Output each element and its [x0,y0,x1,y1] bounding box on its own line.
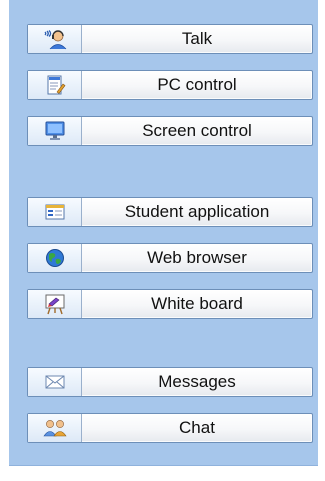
messages-button[interactable]: Messages [27,367,313,397]
screen-control-label: Screen control [142,121,252,140]
chat-icon [28,414,82,442]
pc-control-icon [28,71,82,99]
white-board-button[interactable]: White board [27,289,313,319]
talk-button[interactable]: Talk [27,24,313,54]
screen-control-button[interactable]: Screen control [27,116,313,146]
student-application-button[interactable]: Student application [27,197,313,227]
web-browser-icon [28,244,82,272]
pc-control-label: PC control [157,75,237,94]
web-browser-label: Web browser [147,248,247,267]
pc-control-button[interactable]: PC control [27,70,313,100]
chat-label: Chat [179,418,215,437]
messages-icon [28,368,82,396]
messages-label: Messages [158,372,236,391]
student-application-icon [28,198,82,226]
student-application-label: Student application [124,202,270,221]
web-browser-button[interactable]: Web browser [27,243,313,273]
screen-control-icon [28,117,82,145]
talk-icon [28,25,82,53]
talk-label: Talk [181,29,213,48]
white-board-label: White board [151,294,243,313]
chat-button[interactable]: Chat [27,413,313,443]
white-board-icon [28,290,82,318]
